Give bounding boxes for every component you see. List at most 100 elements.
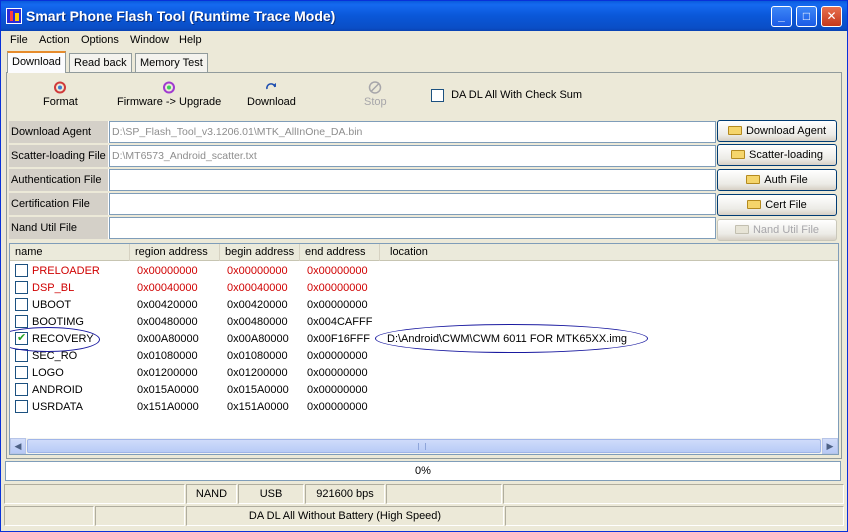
- partition-name: USRDATA: [32, 401, 83, 413]
- partition-checkbox[interactable]: [15, 383, 28, 396]
- region-address: 0x00A80000: [137, 333, 199, 345]
- auth-file-button[interactable]: Auth File: [717, 169, 837, 191]
- partition-checkbox[interactable]: [15, 298, 28, 311]
- end-address: 0x00000000: [307, 282, 368, 294]
- column-begin-address[interactable]: begin address: [220, 244, 300, 261]
- status-cell-empty-4: [4, 506, 94, 526]
- region-address: 0x00040000: [137, 282, 198, 294]
- cert-file-button-label: Cert File: [765, 199, 807, 211]
- status-cell-empty-2: [386, 484, 502, 504]
- begin-address: 0x015A0000: [227, 384, 289, 396]
- scatter-loading-button[interactable]: Scatter-loading: [717, 144, 837, 166]
- partition-checkbox[interactable]: [15, 315, 28, 328]
- end-address: 0x00000000: [307, 367, 368, 379]
- status-baud-rate: 921600 bps: [305, 484, 385, 504]
- table-row[interactable]: USRDATA 0x151A0000 0x151A0000 0x00000000: [10, 399, 838, 416]
- menu-help[interactable]: Help: [179, 34, 202, 46]
- download-agent-field[interactable]: D:\SP_Flash_Tool_v3.1206.01\MTK_AllInOne…: [109, 121, 716, 143]
- table-row[interactable]: PRELOADER 0x00000000 0x00000000 0x00000000: [10, 263, 838, 280]
- tab-read-back[interactable]: Read back: [69, 53, 132, 72]
- end-address: 0x00000000: [307, 299, 368, 311]
- scatter-loading-label: Scatter-loading File: [9, 145, 109, 167]
- begin-address: 0x00420000: [227, 299, 288, 311]
- partition-checkbox[interactable]: [15, 400, 28, 413]
- stop-button[interactable]: Stop: [364, 81, 387, 108]
- format-icon: [53, 81, 67, 94]
- download-panel: Format Firmware -> Upgrade Download Stop…: [6, 72, 842, 459]
- main-window: Smart Phone Flash Tool (Runtime Trace Mo…: [0, 0, 848, 532]
- partition-name: DSP_BL: [32, 282, 75, 294]
- firmware-icon: [162, 81, 176, 94]
- format-button[interactable]: Format: [43, 81, 78, 108]
- region-address: 0x01080000: [137, 350, 198, 362]
- title-bar[interactable]: Smart Phone Flash Tool (Runtime Trace Mo…: [1, 1, 847, 31]
- begin-address: 0x01080000: [227, 350, 288, 362]
- minimize-button[interactable]: _: [771, 6, 792, 27]
- end-address: 0x00000000: [307, 384, 368, 396]
- certification-file-label: Certification File: [9, 193, 109, 215]
- partition-name: ANDROID: [32, 384, 83, 396]
- nand-util-file-button[interactable]: Nand Util File: [717, 219, 837, 241]
- table-row[interactable]: UBOOT 0x00420000 0x00420000 0x00000000: [10, 297, 838, 314]
- partition-name: UBOOT: [32, 299, 72, 311]
- status-mode: DA DL All Without Battery (High Speed): [186, 506, 504, 526]
- menu-window[interactable]: Window: [130, 34, 169, 46]
- scroll-grip-icon: [418, 443, 426, 450]
- end-address: 0x00000000: [307, 350, 368, 362]
- auth-file-button-label: Auth File: [764, 174, 808, 186]
- scroll-left-arrow-icon[interactable]: ◀: [10, 438, 26, 454]
- scroll-thumb[interactable]: [27, 439, 821, 453]
- partition-name: PRELOADER: [32, 265, 100, 277]
- region-address: 0x00420000: [137, 299, 198, 311]
- partition-checkbox[interactable]: [15, 366, 28, 379]
- region-address: 0x01200000: [137, 367, 198, 379]
- status-cell-empty-5: [95, 506, 185, 526]
- table-row[interactable]: LOGO 0x01200000 0x01200000 0x00000000: [10, 365, 838, 382]
- column-name[interactable]: name: [10, 244, 130, 261]
- da-checksum-checkbox[interactable]: [431, 89, 444, 102]
- scatter-loading-field[interactable]: D:\MT6573_Android_scatter.txt: [109, 145, 716, 167]
- authentication-file-label: Authentication File: [9, 169, 109, 191]
- horizontal-scrollbar[interactable]: ◀ ▶: [10, 438, 838, 454]
- authentication-file-field[interactable]: [109, 169, 716, 191]
- format-label: Format: [43, 96, 78, 108]
- app-icon[interactable]: [6, 8, 22, 24]
- cert-file-button[interactable]: Cert File: [717, 194, 837, 216]
- menu-action[interactable]: Action: [39, 34, 70, 46]
- region-address: 0x015A0000: [137, 384, 199, 396]
- column-region-address[interactable]: region address: [130, 244, 220, 261]
- menu-options[interactable]: Options: [81, 34, 119, 46]
- tab-download[interactable]: Download: [7, 51, 66, 73]
- certification-file-field[interactable]: [109, 193, 716, 215]
- column-location[interactable]: location: [385, 244, 838, 261]
- progress-text: 0%: [415, 465, 431, 477]
- firmware-upgrade-button[interactable]: Firmware -> Upgrade: [117, 81, 221, 108]
- table-row[interactable]: DSP_BL 0x00040000 0x00040000 0x00000000: [10, 280, 838, 297]
- menu-bar: File Action Options Window Help: [1, 31, 847, 50]
- da-checksum-option[interactable]: DA DL All With Check Sum: [431, 89, 582, 102]
- nand-util-file-field[interactable]: [109, 217, 716, 239]
- begin-address: 0x00040000: [227, 282, 288, 294]
- status-cell-empty-6: [505, 506, 844, 526]
- column-end-address[interactable]: end address: [300, 244, 380, 261]
- table-row[interactable]: SEC_RO 0x01080000 0x01080000 0x00000000: [10, 348, 838, 365]
- menu-file[interactable]: File: [10, 34, 28, 46]
- download-agent-button[interactable]: Download Agent: [717, 120, 837, 142]
- tab-memory-test[interactable]: Memory Test: [135, 53, 208, 72]
- close-button[interactable]: ✕: [821, 6, 842, 27]
- begin-address: 0x00000000: [227, 265, 288, 277]
- stop-icon: [368, 81, 382, 94]
- firmware-upgrade-label: Firmware -> Upgrade: [117, 96, 222, 108]
- download-label: Download: [247, 96, 296, 108]
- highlight-recovery-location: [375, 324, 648, 353]
- nand-util-file-label: Nand Util File: [9, 217, 109, 239]
- maximize-button[interactable]: □: [796, 6, 817, 27]
- scroll-right-arrow-icon[interactable]: ▶: [822, 438, 838, 454]
- table-row[interactable]: ANDROID 0x015A0000 0x015A0000 0x00000000: [10, 382, 838, 399]
- partition-checkbox[interactable]: [15, 281, 28, 294]
- partition-checkbox[interactable]: [15, 264, 28, 277]
- scatter-loading-button-label: Scatter-loading: [749, 149, 823, 161]
- partition-list: name region address begin address end ad…: [9, 243, 839, 455]
- download-button[interactable]: Download: [247, 81, 296, 108]
- region-address: 0x151A0000: [137, 401, 199, 413]
